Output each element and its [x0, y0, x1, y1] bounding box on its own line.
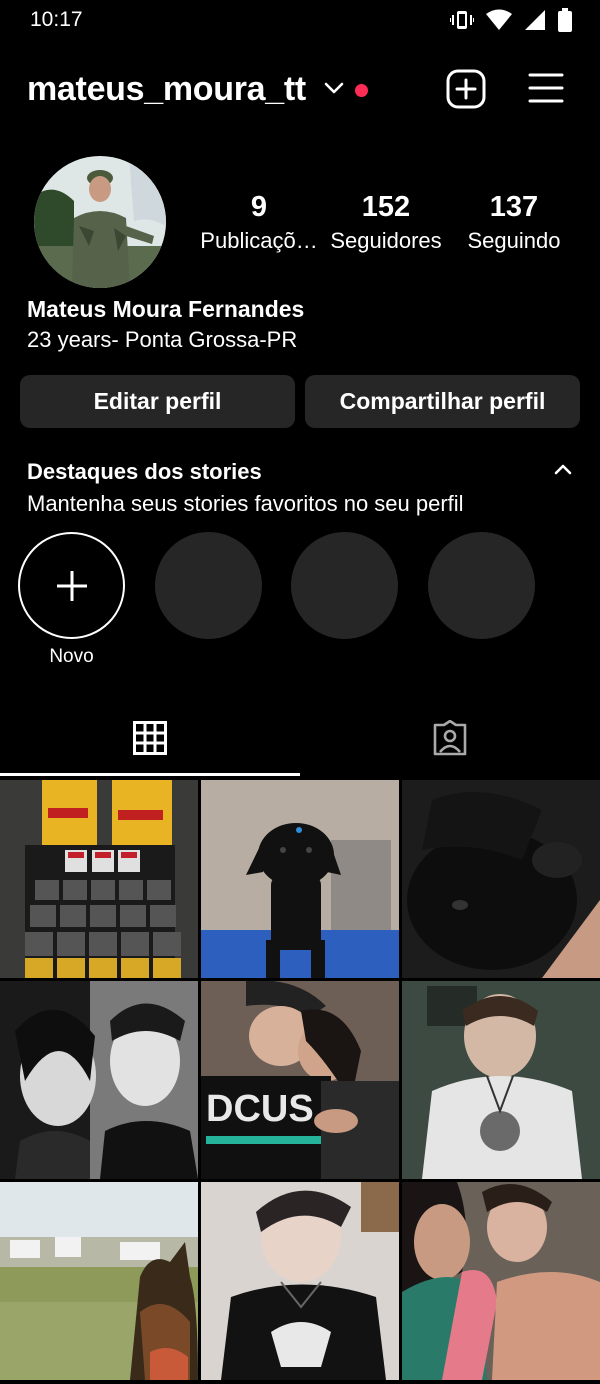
post-thumbnail[interactable] — [201, 1182, 399, 1380]
svg-text:DCUS: DCUS — [206, 1088, 314, 1130]
highlights-subtitle: Mantenha seus stories favoritos no seu p… — [27, 491, 464, 516]
menu-icon[interactable] — [528, 71, 564, 105]
username[interactable]: mateus_moura_tt — [27, 70, 306, 109]
followers-count: 152 — [361, 191, 411, 223]
post-thumbnail[interactable]: DCUS — [201, 981, 399, 1179]
post-thumbnail[interactable] — [0, 780, 198, 978]
active-tab-indicator — [0, 773, 300, 776]
status-time: 10:17 — [30, 8, 83, 31]
new-post-icon[interactable] — [446, 69, 486, 109]
post-thumbnail[interactable] — [0, 1182, 198, 1380]
highlights-title: Destaques dos stories — [27, 459, 262, 484]
tagged-icon — [433, 720, 467, 756]
stat-followers[interactable]: 152 Seguidores — [326, 190, 446, 256]
tab-tagged[interactable] — [300, 700, 600, 776]
full-name: Mateus Moura Fernandes — [27, 296, 305, 322]
new-highlight-button[interactable] — [18, 532, 125, 639]
highlight-placeholder — [155, 532, 262, 639]
post-thumbnail[interactable] — [402, 981, 600, 1179]
vibrate-icon — [450, 11, 474, 29]
post-thumbnail[interactable] — [402, 1182, 600, 1380]
signal-icon — [525, 10, 545, 30]
profile-header: mateus_moura_tt — [0, 60, 600, 120]
bio: 23 years- Ponta Grossa-PR — [27, 327, 298, 352]
post-thumbnail[interactable] — [402, 780, 600, 978]
status-bar: 10:17 — [0, 0, 600, 40]
followers-label: Seguidores — [330, 228, 442, 253]
highlight-placeholder — [291, 532, 398, 639]
chevron-down-icon[interactable] — [323, 80, 345, 96]
grid-icon — [133, 721, 167, 755]
stat-following[interactable]: 137 Seguindo — [462, 190, 566, 256]
post-thumbnail[interactable] — [201, 780, 399, 978]
battery-icon — [558, 8, 572, 32]
chevron-up-icon[interactable] — [553, 462, 573, 476]
tab-posts-grid[interactable] — [0, 700, 300, 776]
following-count: 137 — [489, 191, 539, 223]
plus-icon — [56, 570, 87, 601]
posts-label: Publicaçõ… — [200, 228, 318, 253]
share-profile-button[interactable]: Compartilhar perfil — [305, 375, 580, 428]
post-thumbnail[interactable] — [0, 981, 198, 1179]
posts-count: 9 — [250, 191, 268, 223]
stat-posts[interactable]: 9 Publicaçõ… — [200, 190, 318, 256]
notification-dot — [355, 84, 368, 97]
avatar[interactable] — [34, 156, 166, 288]
edit-profile-button[interactable]: Editar perfil — [20, 375, 295, 428]
wifi-icon — [486, 9, 512, 30]
new-highlight-label: Novo — [49, 646, 94, 667]
highlight-placeholder — [428, 532, 535, 639]
following-label: Seguindo — [467, 228, 561, 253]
status-icons — [450, 8, 572, 32]
